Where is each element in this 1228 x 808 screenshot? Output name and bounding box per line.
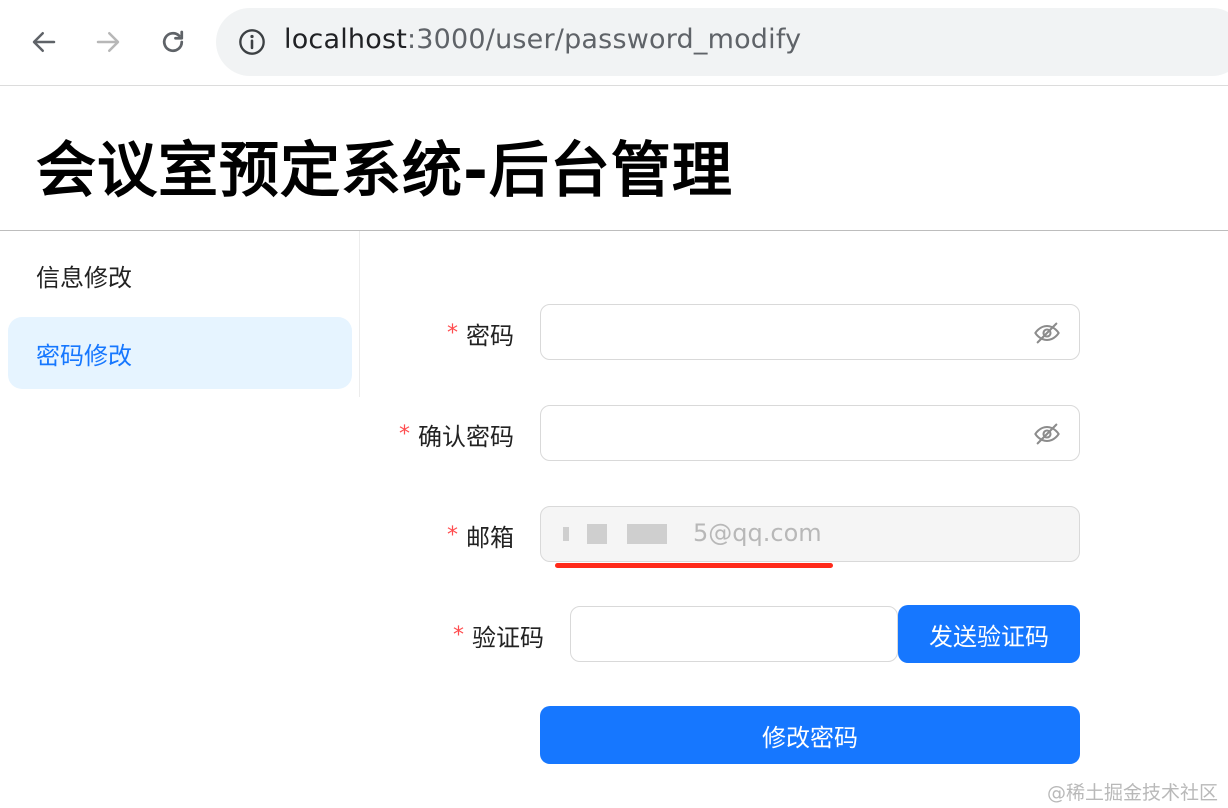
- confirm-password-input[interactable]: [540, 405, 1080, 461]
- password-row: * 密码: [360, 304, 1228, 362]
- required-mark: *: [399, 421, 410, 447]
- email-label: * 邮箱: [447, 506, 514, 564]
- redacted-block: [627, 524, 667, 544]
- eye-hidden-icon[interactable]: [1033, 319, 1061, 347]
- watermark: @稀土掘金技术社区: [1046, 782, 1218, 804]
- browser-toolbar: localhost:3000/user/password_modify: [0, 0, 1228, 86]
- required-mark: *: [447, 320, 458, 346]
- url-path: :3000/user/password_modify: [407, 24, 802, 55]
- password-label: * 密码: [447, 304, 514, 362]
- eye-hidden-icon[interactable]: [1033, 420, 1061, 448]
- confirm-password-label: * 确认密码: [399, 405, 514, 463]
- forward-button[interactable]: [86, 20, 130, 64]
- redacted-block: [563, 527, 569, 541]
- info-icon[interactable]: [238, 28, 266, 56]
- arrow-left-icon: [32, 32, 56, 52]
- required-mark: *: [453, 622, 464, 648]
- email-label-text: 邮箱: [466, 523, 514, 552]
- send-captcha-button[interactable]: 发送验证码: [898, 605, 1080, 663]
- confirm-password-row: * 确认密码: [360, 405, 1228, 463]
- captcha-label-text: 验证码: [472, 623, 544, 652]
- url-text[interactable]: localhost:3000/user/password_modify: [284, 24, 801, 55]
- sidebar: 信息修改 密码修改: [0, 231, 360, 397]
- email-field: 5@qq.com: [540, 506, 1080, 568]
- reload-icon: [162, 30, 184, 53]
- sidebar-item-label: 密码修改: [36, 341, 132, 370]
- sidebar-item-label: 信息修改: [36, 263, 132, 292]
- captcha-row: * 验证码 发送验证码: [360, 605, 1228, 664]
- sidebar-item-password-modify[interactable]: 密码修改: [8, 317, 352, 389]
- reload-button[interactable]: [151, 20, 195, 64]
- address-bar[interactable]: localhost:3000/user/password_modify: [216, 8, 1228, 76]
- captcha-label: * 验证码: [453, 606, 544, 664]
- email-value: 5@qq.com: [563, 519, 822, 547]
- url-host: localhost: [284, 24, 407, 55]
- confirm-password-label-text: 确认密码: [418, 422, 514, 451]
- annotation-underline: [555, 563, 833, 568]
- captcha-input[interactable]: [570, 606, 898, 662]
- sidebar-item-info-modify[interactable]: 信息修改: [8, 239, 352, 311]
- arrow-right-icon: [96, 32, 120, 52]
- modify-password-button[interactable]: 修改密码: [540, 706, 1080, 764]
- email-row: * 邮箱 5@qq.com: [360, 506, 1228, 568]
- redacted-block: [587, 524, 607, 544]
- email-visible-text: 5@qq.com: [693, 519, 822, 547]
- back-button[interactable]: [22, 20, 66, 64]
- required-mark: *: [447, 522, 458, 548]
- password-label-text: 密码: [466, 321, 514, 350]
- page-title: 会议室预定系统-后台管理: [36, 136, 733, 206]
- password-input[interactable]: [540, 304, 1080, 360]
